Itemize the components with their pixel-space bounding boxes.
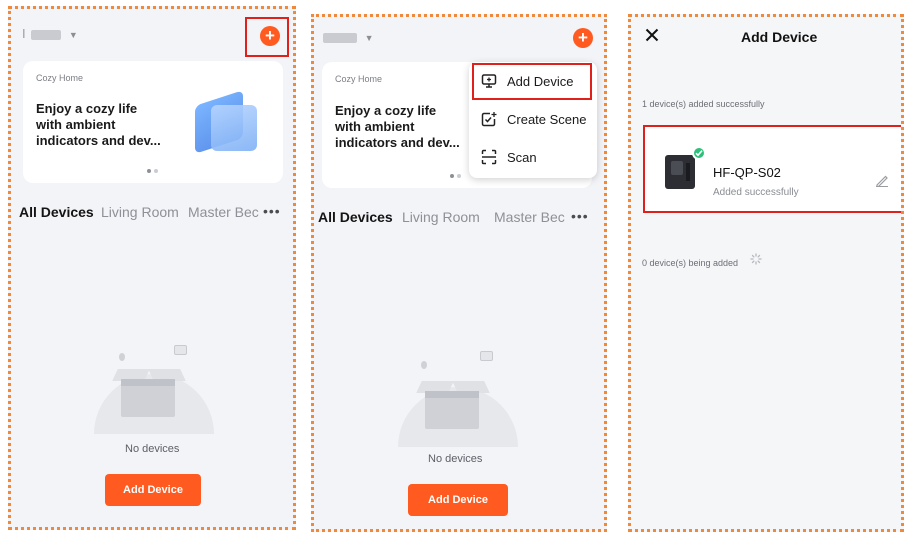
- carousel-dot: [154, 169, 158, 173]
- carousel-dot-active: [450, 174, 454, 178]
- menu-item-scan[interactable]: Scan: [469, 138, 597, 176]
- close-icon[interactable]: [645, 28, 659, 42]
- tab-master-bedroom[interactable]: Master Bec: [188, 204, 259, 220]
- tab-all-devices[interactable]: All Devices: [318, 209, 393, 225]
- scan-icon: [481, 149, 497, 165]
- home-name-blurred: [31, 29, 62, 40]
- loading-spinner-icon: [750, 253, 762, 265]
- drop-icon: [421, 361, 427, 369]
- highlight-box: [643, 125, 901, 213]
- add-device-button[interactable]: Add Device: [105, 474, 201, 506]
- carousel-dot-active: [147, 169, 151, 173]
- badge-icon: [480, 351, 493, 361]
- more-icon[interactable]: •••: [263, 203, 281, 219]
- caret-down-icon: ▼: [68, 29, 79, 40]
- home-selector[interactable]: ▼: [323, 29, 375, 44]
- tab-living-room[interactable]: Living Room: [101, 204, 179, 220]
- screen-home-menu: ▼ + Cozy Home Enjoy a cozy life with amb…: [311, 14, 607, 532]
- adding-status-text: 0 device(s) being added: [642, 258, 739, 268]
- banner-title: Enjoy a cozy life with ambient indicator…: [36, 101, 161, 148]
- banner-card[interactable]: Cozy Home Enjoy a cozy life with ambient…: [23, 61, 283, 183]
- add-device-button[interactable]: Add Device: [408, 484, 508, 516]
- menu-item-label: Create Scene: [507, 111, 587, 127]
- badge-icon: [174, 345, 187, 355]
- empty-box-flap: [121, 379, 175, 386]
- menu-item-create-scene[interactable]: Create Scene: [469, 100, 597, 138]
- empty-box-flap: [425, 391, 479, 398]
- menu-item-label: Scan: [507, 149, 537, 165]
- drop-icon: [119, 353, 125, 361]
- added-status-text: 1 device(s) added successfully: [642, 99, 765, 109]
- plus-circle-icon[interactable]: +: [573, 28, 593, 48]
- banner-label: Cozy Home: [335, 74, 383, 84]
- home-name: I: [22, 26, 27, 41]
- tab-all-devices[interactable]: All Devices: [19, 204, 94, 220]
- screen-add-device: Add Device 1 device(s) added successfull…: [628, 14, 904, 532]
- home-name-blurred: [323, 32, 357, 43]
- caret-down-icon: ▼: [364, 32, 375, 43]
- empty-state-text: No devices: [428, 453, 483, 465]
- banner-label: Cozy Home: [36, 73, 84, 83]
- page-title: Add Device: [741, 29, 818, 45]
- highlight-box: [472, 63, 592, 100]
- banner-title: Enjoy a cozy life with ambient indicator…: [335, 103, 460, 150]
- carousel-dot: [457, 174, 461, 178]
- tab-living-room[interactable]: Living Room: [402, 209, 480, 225]
- more-icon[interactable]: •••: [571, 208, 589, 224]
- house-illustration-front: [211, 105, 257, 151]
- empty-state-text: No devices: [125, 443, 180, 455]
- home-selector[interactable]: I ▼: [22, 26, 79, 41]
- plus-circle-icon[interactable]: +: [260, 26, 280, 46]
- create-scene-icon: [481, 112, 497, 127]
- tab-master-bedroom[interactable]: Master Bec: [494, 209, 565, 225]
- screen-home: I ▼ + Cozy Home Enjoy a cozy life with a…: [8, 6, 296, 530]
